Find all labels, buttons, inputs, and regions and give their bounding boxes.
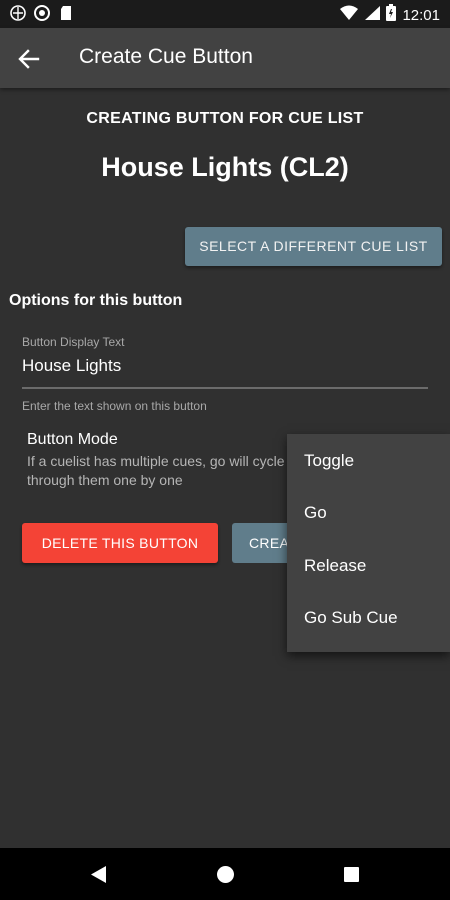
button-mode-title[interactable]: Button Mode <box>27 431 118 449</box>
sync-icon <box>10 5 26 21</box>
status-bar: 12:01 <box>0 0 450 28</box>
battery-icon <box>386 4 397 26</box>
circle-icon <box>34 5 50 21</box>
status-time: 12:01 <box>402 6 440 24</box>
sd-card-icon <box>58 5 74 21</box>
options-heading: Options for this button <box>9 292 183 309</box>
button-mode-menu: Toggle Go Release Go Sub Cue <box>287 434 450 652</box>
display-text-helper: Enter the text shown on this button <box>22 399 207 413</box>
button-mode-description: If a cuelist has multiple cues, go will … <box>27 453 285 488</box>
display-text-underline <box>22 387 428 389</box>
menu-item-toggle[interactable]: Toggle <box>304 451 354 471</box>
display-text-label: Button Display Text <box>22 335 125 349</box>
arrow-back-icon[interactable] <box>16 46 42 72</box>
menu-item-release[interactable]: Release <box>304 556 366 576</box>
delete-button[interactable]: DELETE THIS BUTTON <box>22 523 218 563</box>
home-circle-icon[interactable] <box>217 866 234 883</box>
select-different-cue-list-button[interactable]: SELECT A DIFFERENT CUE LIST <box>185 227 442 266</box>
menu-item-go-sub-cue[interactable]: Go Sub Cue <box>304 608 398 628</box>
cue-list-name: House Lights (CL2) <box>101 152 349 182</box>
app-bar: Create Cue Button <box>0 28 450 88</box>
wifi-icon <box>340 5 359 26</box>
back-triangle-icon[interactable] <box>90 866 107 888</box>
signal-icon <box>364 5 381 26</box>
page-title: Create Cue Button <box>79 45 253 68</box>
recents-square-icon[interactable] <box>344 867 359 882</box>
display-text-input[interactable]: House Lights <box>22 356 121 376</box>
menu-item-go[interactable]: Go <box>304 503 327 523</box>
creating-subheading: CREATING BUTTON FOR CUE LIST <box>86 110 364 127</box>
